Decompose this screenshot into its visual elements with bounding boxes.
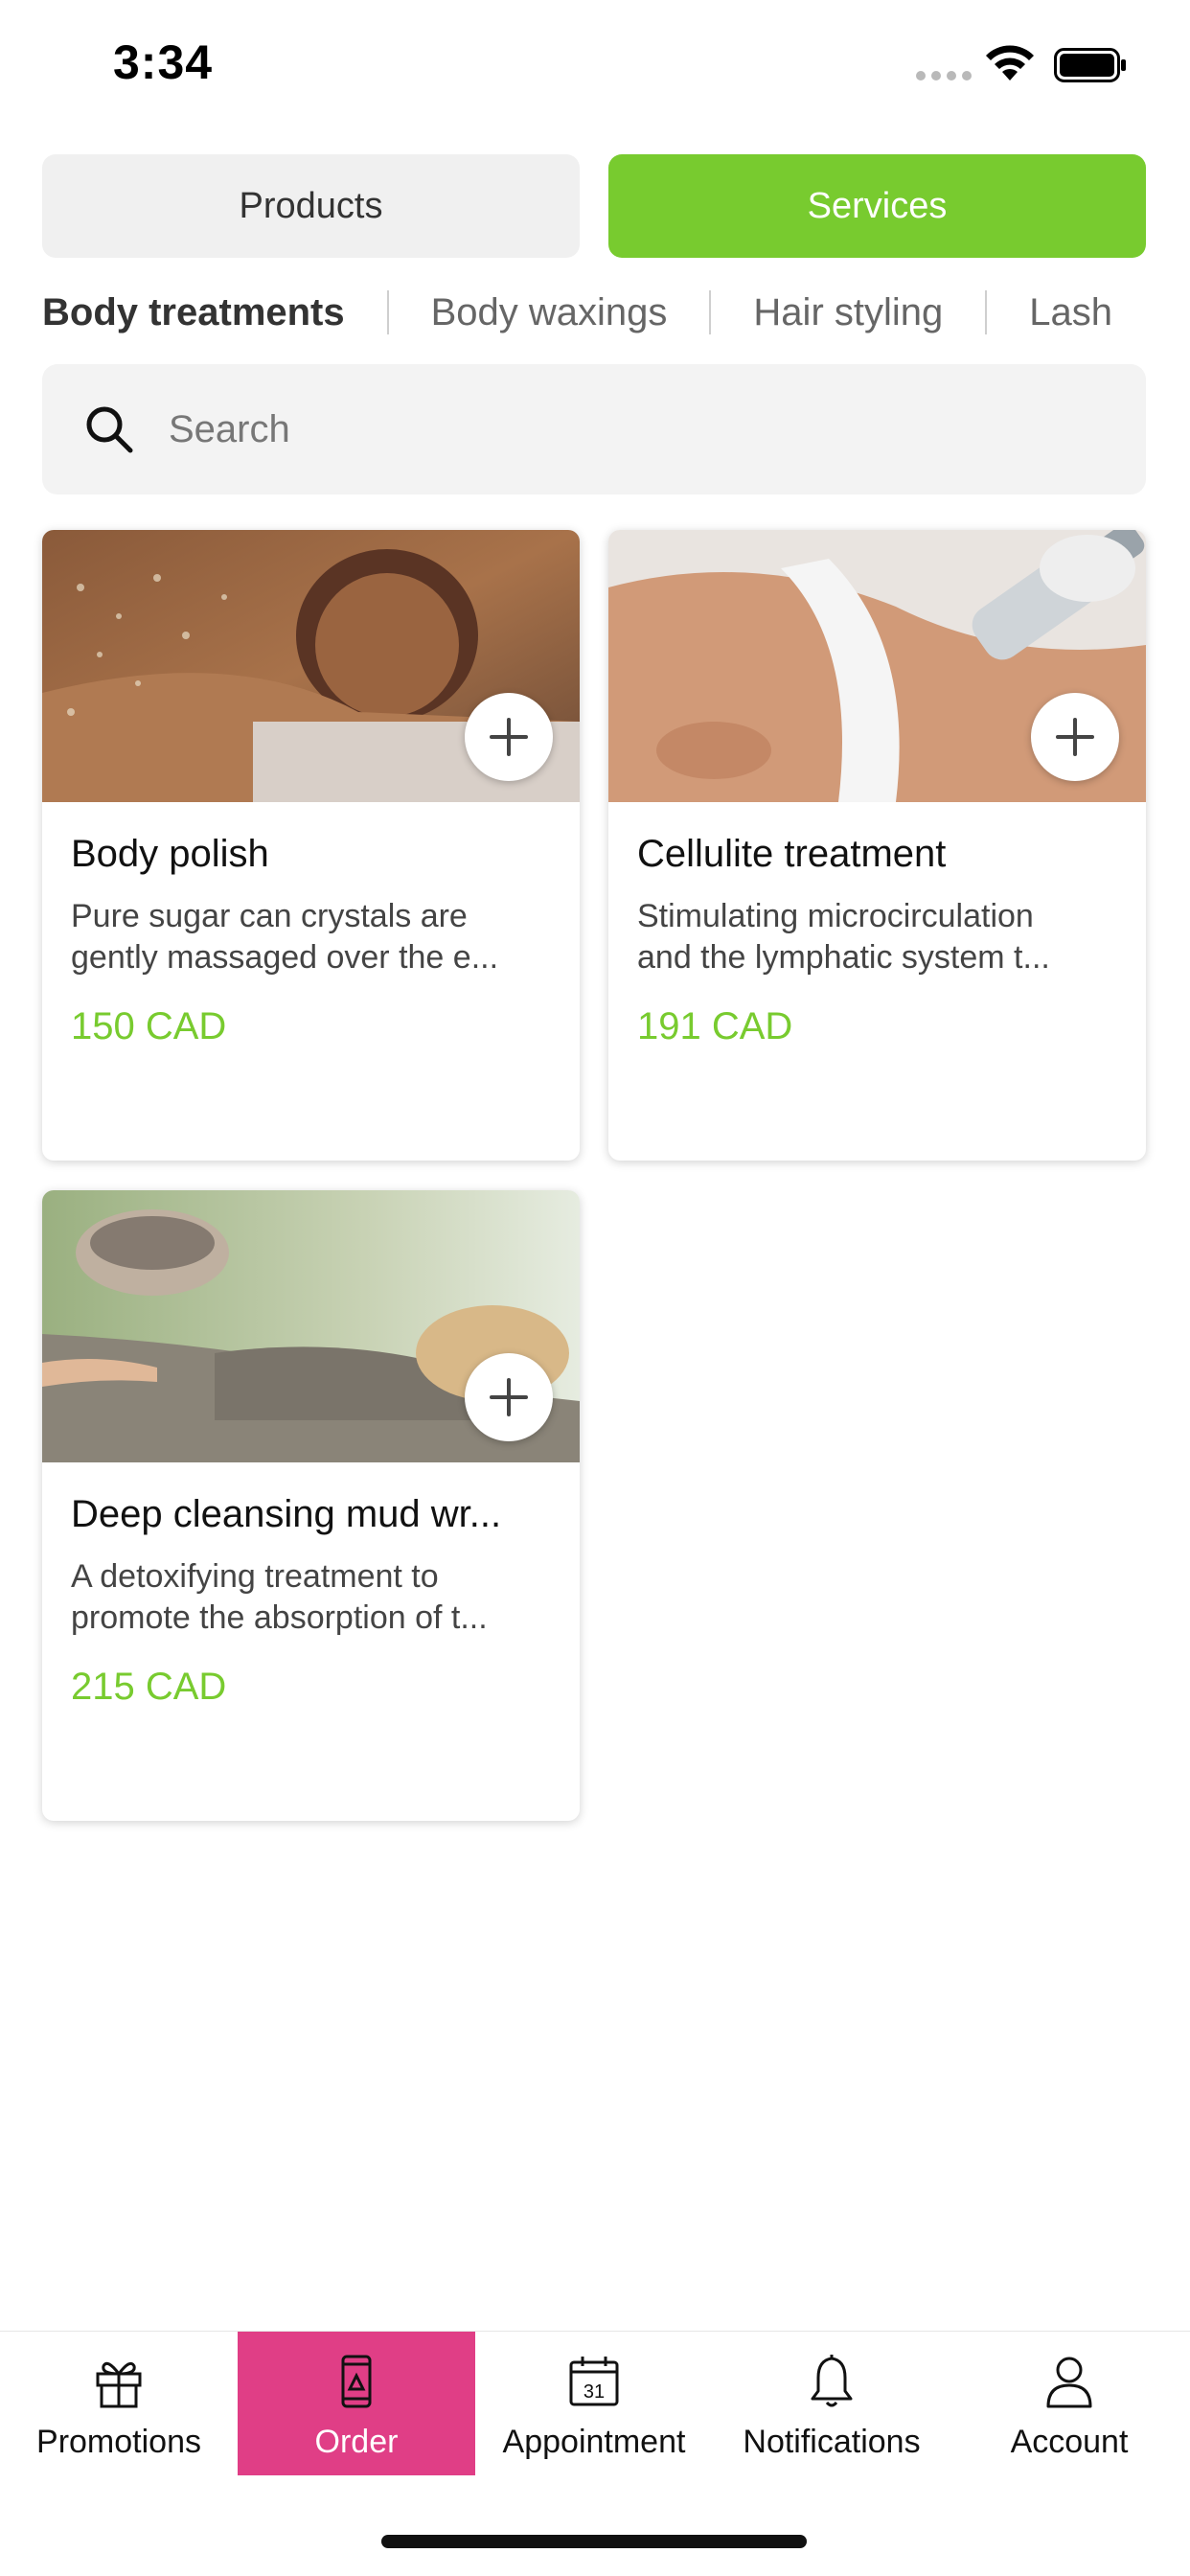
home-indicator <box>381 2535 807 2548</box>
nav-account[interactable]: Account <box>950 2332 1188 2475</box>
plus-icon <box>1056 718 1094 756</box>
nav-notifications[interactable]: Notifications <box>713 2332 950 2475</box>
add-to-cart-button[interactable] <box>1031 693 1119 781</box>
search-input[interactable] <box>169 397 1108 462</box>
bottom-nav: Promotions Order 31 Appointment Notifica… <box>0 2331 1190 2475</box>
product-card-body-polish[interactable]: Body polish Pure sugar can crystals are … <box>42 530 580 1161</box>
product-description-line: and the lymphatic system t... <box>637 939 1050 976</box>
product-price: 150 CAD <box>71 1005 227 1047</box>
user-icon <box>1046 2357 1092 2408</box>
nav-label: Notifications <box>743 2424 921 2460</box>
search-icon <box>86 406 133 453</box>
product-description-line: promote the absorption of t... <box>71 1599 488 1636</box>
nav-order[interactable]: Order <box>238 2332 475 2475</box>
phone-order-icon <box>341 2355 372 2408</box>
plus-icon <box>490 718 528 756</box>
category-tab-lash[interactable]: Lash <box>1029 284 1112 341</box>
nav-label: Appointment <box>502 2424 686 2460</box>
nav-label: Promotions <box>36 2424 201 2460</box>
calendar-icon: 31 <box>569 2357 619 2406</box>
category-tabs: Body treatments Body waxings Hair styling L… <box>42 284 1190 341</box>
category-tab-body-treatments[interactable]: Body treatments <box>42 284 345 341</box>
product-card-cellulite-treatment[interactable]: Cellulite treatment Stimulating microcir… <box>608 530 1146 1161</box>
nav-promotions[interactable]: Promotions <box>0 2332 238 2475</box>
product-description: Stimulating microcirculation and the lym… <box>637 896 1126 978</box>
product-description: A detoxifying treatment to promote the a… <box>71 1556 560 1639</box>
add-to-cart-button[interactable] <box>465 693 553 781</box>
category-tab-body-waxings[interactable]: Body waxings <box>431 284 668 341</box>
product-description-line: gently massaged over the e... <box>71 939 499 976</box>
bell-icon <box>811 2355 853 2407</box>
battery-icon <box>1054 48 1126 82</box>
status-time: 3:34 <box>113 35 214 89</box>
gift-icon <box>96 2361 142 2408</box>
product-price: 191 CAD <box>637 1005 793 1047</box>
product-card-deep-cleansing-mud-wrap[interactable]: Deep cleansing mud wr... A detoxifying t… <box>42 1190 580 1821</box>
product-description: Pure sugar can crystals are gently massa… <box>71 896 560 978</box>
product-description-line: Stimulating microcirculation <box>637 898 1034 934</box>
nav-label: Order <box>314 2424 399 2460</box>
category-divider <box>709 290 712 334</box>
product-description-line: A detoxifying treatment to <box>71 1558 439 1595</box>
nav-label: Account <box>1010 2424 1129 2460</box>
services-tab[interactable]: Services <box>608 154 1146 258</box>
product-price: 215 CAD <box>71 1666 227 1708</box>
category-tab-hair-styling[interactable]: Hair styling <box>753 284 943 341</box>
nav-appointment[interactable]: 31 Appointment <box>475 2332 713 2475</box>
signal-icon <box>916 71 972 80</box>
category-divider <box>386 290 389 334</box>
calendar-day-text: 31 <box>584 2381 605 2403</box>
category-divider <box>985 290 988 334</box>
wifi-icon <box>986 45 1034 80</box>
plus-icon <box>490 1378 528 1416</box>
product-description-line: Pure sugar can crystals are <box>71 898 468 934</box>
status-bar: 3:34 <box>0 0 1190 134</box>
products-tab[interactable]: Products <box>42 154 580 258</box>
product-title: Deep cleansing mud wr... <box>71 1493 502 1535</box>
search-bar[interactable] <box>42 364 1146 494</box>
product-title: Body polish <box>71 833 269 875</box>
add-to-cart-button[interactable] <box>465 1353 553 1441</box>
product-title: Cellulite treatment <box>637 833 947 875</box>
